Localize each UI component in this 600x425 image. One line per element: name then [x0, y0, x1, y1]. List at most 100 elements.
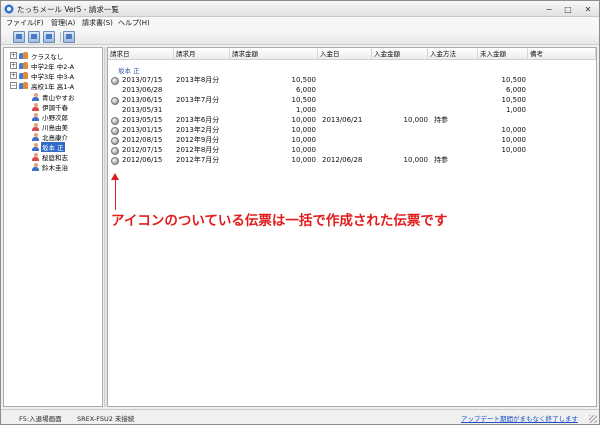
expand-icon[interactable]: + [10, 62, 17, 69]
table-row[interactable]: 2013/06/15 2013年7月分 10,500 10,500 [108, 96, 596, 105]
cell-invoice-month: 2012年9月分 [176, 136, 220, 144]
tree-student-selected[interactable]: 坂本 正 [32, 141, 65, 152]
cell-invoice-month: 2013年7月分 [176, 96, 220, 104]
window-title: たっちメール Ver5 - 請求一覧 [17, 5, 119, 14]
resize-grip-icon[interactable] [589, 415, 597, 423]
cell-invoice-amount: 6,000 [295, 86, 316, 94]
cell-invoice-month: 2012年8月分 [176, 146, 220, 154]
tree-student-label: 坂本 正 [41, 141, 65, 152]
male-student-icon [32, 162, 39, 171]
tree-group-hs1[interactable]: − 高校1年 高1-A [10, 81, 75, 91]
cell-invoice-date: 2013/05/31 [122, 106, 163, 114]
class-tree[interactable]: + クラスなし + 中学2年 中2-A + 中学3年 中3-A − 高校1年 高… [3, 47, 103, 407]
group-icon [19, 81, 28, 90]
col-header-paid-amount[interactable]: 入金金額 [372, 48, 428, 60]
toolbar [1, 29, 599, 45]
expand-icon[interactable]: + [10, 52, 17, 59]
col-header-unpaid-amount[interactable]: 未入金額 [478, 48, 528, 60]
cell-unpaid-amount: 10,000 [501, 126, 527, 134]
tree-student-label: 川島由美 [42, 123, 68, 132]
tree-student[interactable]: 北島康介 [32, 132, 69, 142]
batch-invoice-icon [111, 127, 119, 135]
col-header-payment-method[interactable]: 入金方法 [428, 48, 478, 60]
cell-invoice-amount: 10,500 [291, 96, 317, 104]
menu-file[interactable]: ファイル(F) [6, 18, 44, 28]
menu-bar: ファイル(F) 管理(A) 請求書(S) ヘルプ(H) [1, 17, 599, 29]
close-button[interactable]: ✕ [578, 3, 598, 15]
male-student-icon [32, 92, 39, 101]
cell-unpaid-amount: 1,000 [505, 106, 526, 114]
grid-header: 請求日 請求月 請求金額 入金日 入金金額 入金方法 未入金額 備考 [108, 48, 596, 60]
cell-invoice-date: 2013/06/15 [122, 96, 163, 104]
print-icon[interactable] [43, 31, 55, 43]
table-row[interactable]: 2013/07/15 2013年8月分 10,500 10,500 [108, 76, 596, 85]
col-header-paid-date[interactable]: 入金日 [318, 48, 372, 60]
male-student-icon [32, 112, 39, 121]
collapse-icon[interactable]: − [10, 82, 17, 89]
annotation: アイコンのついている伝票は一括で作成された伝票です [111, 173, 491, 230]
toolbar-separator [60, 32, 61, 42]
tree-student[interactable]: 桜庭和志 [32, 152, 69, 162]
table-row[interactable]: 2013/05/15 2013年6月分 10,000 2013/06/21 10,000… [108, 116, 596, 125]
table-row[interactable]: 2013/06/28 6,000 6,000 [108, 86, 596, 95]
annotation-text: アイコンのついている伝票は一括で作成された伝票です [111, 213, 448, 229]
table-row[interactable]: 2012/08/15 2012年9月分 10,000 10,000 [108, 136, 596, 145]
male-student-icon [32, 142, 39, 151]
cell-payment-method: 持参 [434, 156, 448, 164]
tree-student[interactable]: 川島由美 [32, 122, 69, 132]
export-icon[interactable] [63, 31, 75, 43]
grid-group-label: 坂本 正 [118, 67, 140, 75]
tree-student[interactable]: 伊調千春 [32, 102, 69, 112]
cell-invoice-date: 2012/06/15 [122, 156, 163, 164]
cell-unpaid-amount: 6,000 [505, 86, 526, 94]
minimize-button[interactable]: − [539, 3, 559, 15]
col-header-invoice-date[interactable]: 請求日 [108, 48, 174, 60]
cell-invoice-month: 2013年6月分 [176, 116, 220, 124]
tree-group-label: 中学3年 中3-A [31, 72, 75, 81]
group-icon [19, 71, 28, 80]
menu-help[interactable]: ヘルプ(H) [118, 18, 150, 28]
cell-invoice-date: 2013/01/15 [122, 126, 163, 134]
cell-invoice-date: 2013/05/15 [122, 116, 163, 124]
cell-unpaid-amount: 10,000 [501, 136, 527, 144]
cell-payment-method: 持参 [434, 116, 448, 124]
cell-paid-date: 2012/06/28 [322, 156, 363, 164]
tree-student[interactable]: 鈴木圭治 [32, 162, 69, 172]
tree-student-label: 伊調千春 [42, 103, 68, 112]
cell-paid-amount: 10,000 [403, 156, 429, 164]
app-window: たっちメール Ver5 - 請求一覧 − □ ✕ ファイル(F) 管理(A) 請… [0, 0, 600, 425]
maximize-button[interactable]: □ [558, 3, 578, 15]
tree-group-label: クラスなし [31, 52, 64, 61]
table-row[interactable]: 2013/01/15 2013年2月分 10,000 10,000 [108, 126, 596, 135]
refresh-icon[interactable] [28, 31, 40, 43]
title-bar[interactable]: たっちメール Ver5 - 請求一覧 − □ ✕ [1, 1, 599, 17]
tree-student-label: 小野次郎 [42, 113, 68, 122]
cell-unpaid-amount: 10,000 [501, 146, 527, 154]
cell-invoice-amount: 10,000 [291, 126, 317, 134]
cell-invoice-month: 2013年8月分 [176, 76, 220, 84]
col-header-note[interactable]: 備考 [528, 48, 596, 60]
col-header-invoice-amount[interactable]: 請求金額 [230, 48, 318, 60]
tree-group-jh2[interactable]: + 中学2年 中2-A [10, 61, 75, 71]
menu-manage[interactable]: 管理(A) [51, 18, 75, 28]
table-row[interactable]: 2013/05/31 1,000 1,000 [108, 106, 596, 115]
cell-invoice-amount: 1,000 [295, 106, 316, 114]
cell-invoice-date: 2012/08/15 [122, 136, 163, 144]
batch-invoice-icon [111, 147, 119, 155]
table-row[interactable]: 2012/06/15 2012年7月分 10,000 2012/06/28 10,000… [108, 156, 596, 165]
col-header-invoice-month[interactable]: 請求月 [174, 48, 230, 60]
update-notice-link[interactable]: アップデート期間がまもなく終了します [461, 413, 578, 423]
tree-student[interactable]: 青山やすお [32, 92, 76, 102]
female-student-icon [32, 102, 39, 111]
grid-icon[interactable] [13, 31, 25, 43]
tree-group-jh3[interactable]: + 中学3年 中3-A [10, 71, 75, 81]
cell-invoice-month: 2012年7月分 [176, 156, 220, 164]
tree-student-label: 青山やすお [42, 93, 75, 102]
tree-student[interactable]: 小野次郎 [32, 112, 69, 122]
group-icon [19, 61, 28, 70]
cell-invoice-date: 2012/07/15 [122, 146, 163, 154]
menu-invoice[interactable]: 請求書(S) [82, 18, 113, 28]
table-row[interactable]: 2012/07/15 2012年8月分 10,000 10,000 [108, 146, 596, 155]
tree-group-none[interactable]: + クラスなし [10, 51, 64, 61]
expand-icon[interactable]: + [10, 72, 17, 79]
